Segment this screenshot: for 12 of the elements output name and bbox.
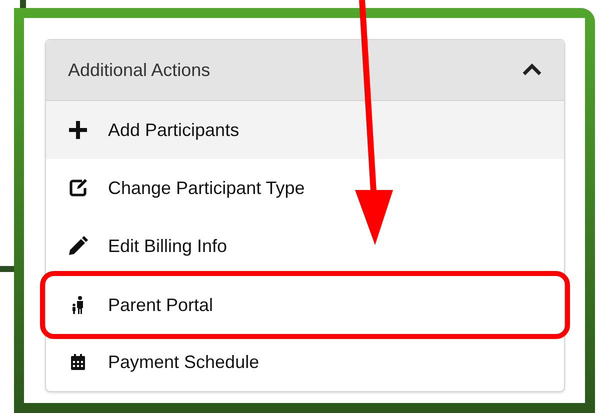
action-item[interactable]: Edit Billing Info (46, 217, 564, 275)
panel-title: Additional Actions (68, 58, 210, 82)
action-item[interactable]: Payment Schedule (46, 333, 564, 391)
action-item[interactable]: Parent Portal (45, 276, 565, 334)
chevron-up-icon[interactable] (522, 63, 542, 77)
pencil-icon (68, 236, 88, 256)
panel-header[interactable]: Additional Actions (46, 40, 564, 101)
plus-icon (68, 120, 88, 140)
edit-icon (68, 178, 88, 198)
action-item[interactable]: Change Participant Type (46, 159, 564, 217)
action-item[interactable]: Add Participants (46, 101, 564, 159)
calendar-icon (68, 352, 88, 372)
